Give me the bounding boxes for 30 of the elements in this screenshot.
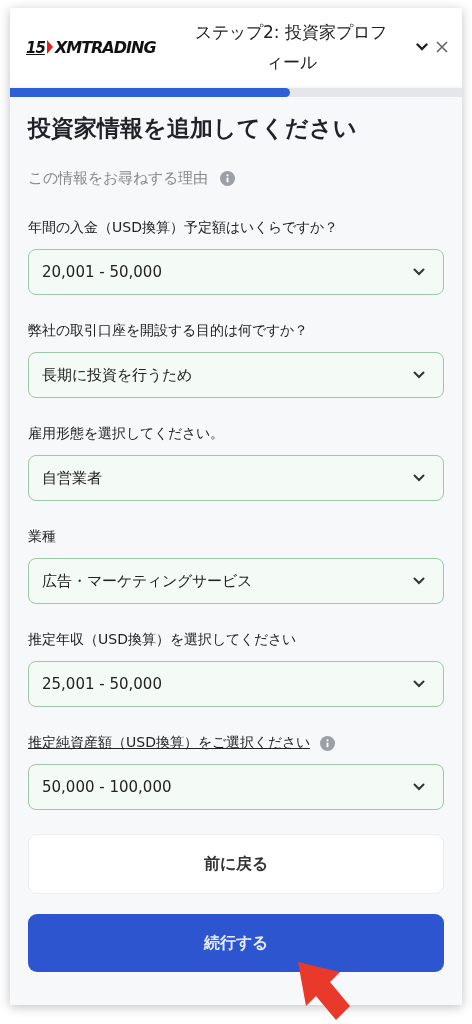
chevron-down-icon [413, 783, 425, 791]
arrow-icon [296, 960, 352, 1022]
logo-mark-icon [46, 40, 53, 54]
reason-link[interactable]: この情報をお尋ねする理由 [28, 169, 208, 188]
close-icon[interactable] [436, 41, 448, 53]
logo-text: XMTRADING [54, 37, 156, 57]
chevron-down-icon [413, 268, 425, 276]
select-field[interactable]: 25,001 - 50,000 [28, 661, 444, 707]
select-field[interactable]: 50,000 - 100,000 [28, 764, 444, 810]
step-title: ステップ2: 投資家プロフィール [194, 21, 388, 74]
field-label: 推定年収（USD換算）を選択してください [28, 631, 296, 649]
field-label: 年間の入金（USD換算）予定額はいくらですか？ [28, 219, 338, 237]
chevron-down-icon [413, 474, 425, 482]
chevron-down-icon [413, 680, 425, 688]
field-label: 推定純資産額（USD換算）をご選択ください [28, 734, 310, 752]
select-field[interactable]: 長期に投資を行うため [28, 352, 444, 398]
field-label: 業種 [28, 528, 56, 546]
logo-number: 15 [26, 38, 45, 57]
chevron-down-icon [413, 577, 425, 585]
field-label: 弊社の取引口座を開設する目的は何ですか？ [28, 322, 308, 340]
info-icon[interactable] [220, 171, 235, 186]
field-label: 雇用形態を選択してください。 [28, 425, 224, 443]
back-button[interactable]: 前に戻る [28, 834, 444, 894]
chevron-down-icon [413, 371, 425, 379]
chevron-down-icon[interactable] [416, 43, 428, 51]
select-field[interactable]: 自営業者 [28, 455, 444, 501]
continue-button[interactable]: 続行する [28, 914, 444, 972]
select-field[interactable]: 広告・マーケティングサービス [28, 558, 444, 604]
select-field[interactable]: 20,001 - 50,000 [28, 249, 444, 295]
page-heading: 投資家情報を追加してください [28, 114, 358, 143]
